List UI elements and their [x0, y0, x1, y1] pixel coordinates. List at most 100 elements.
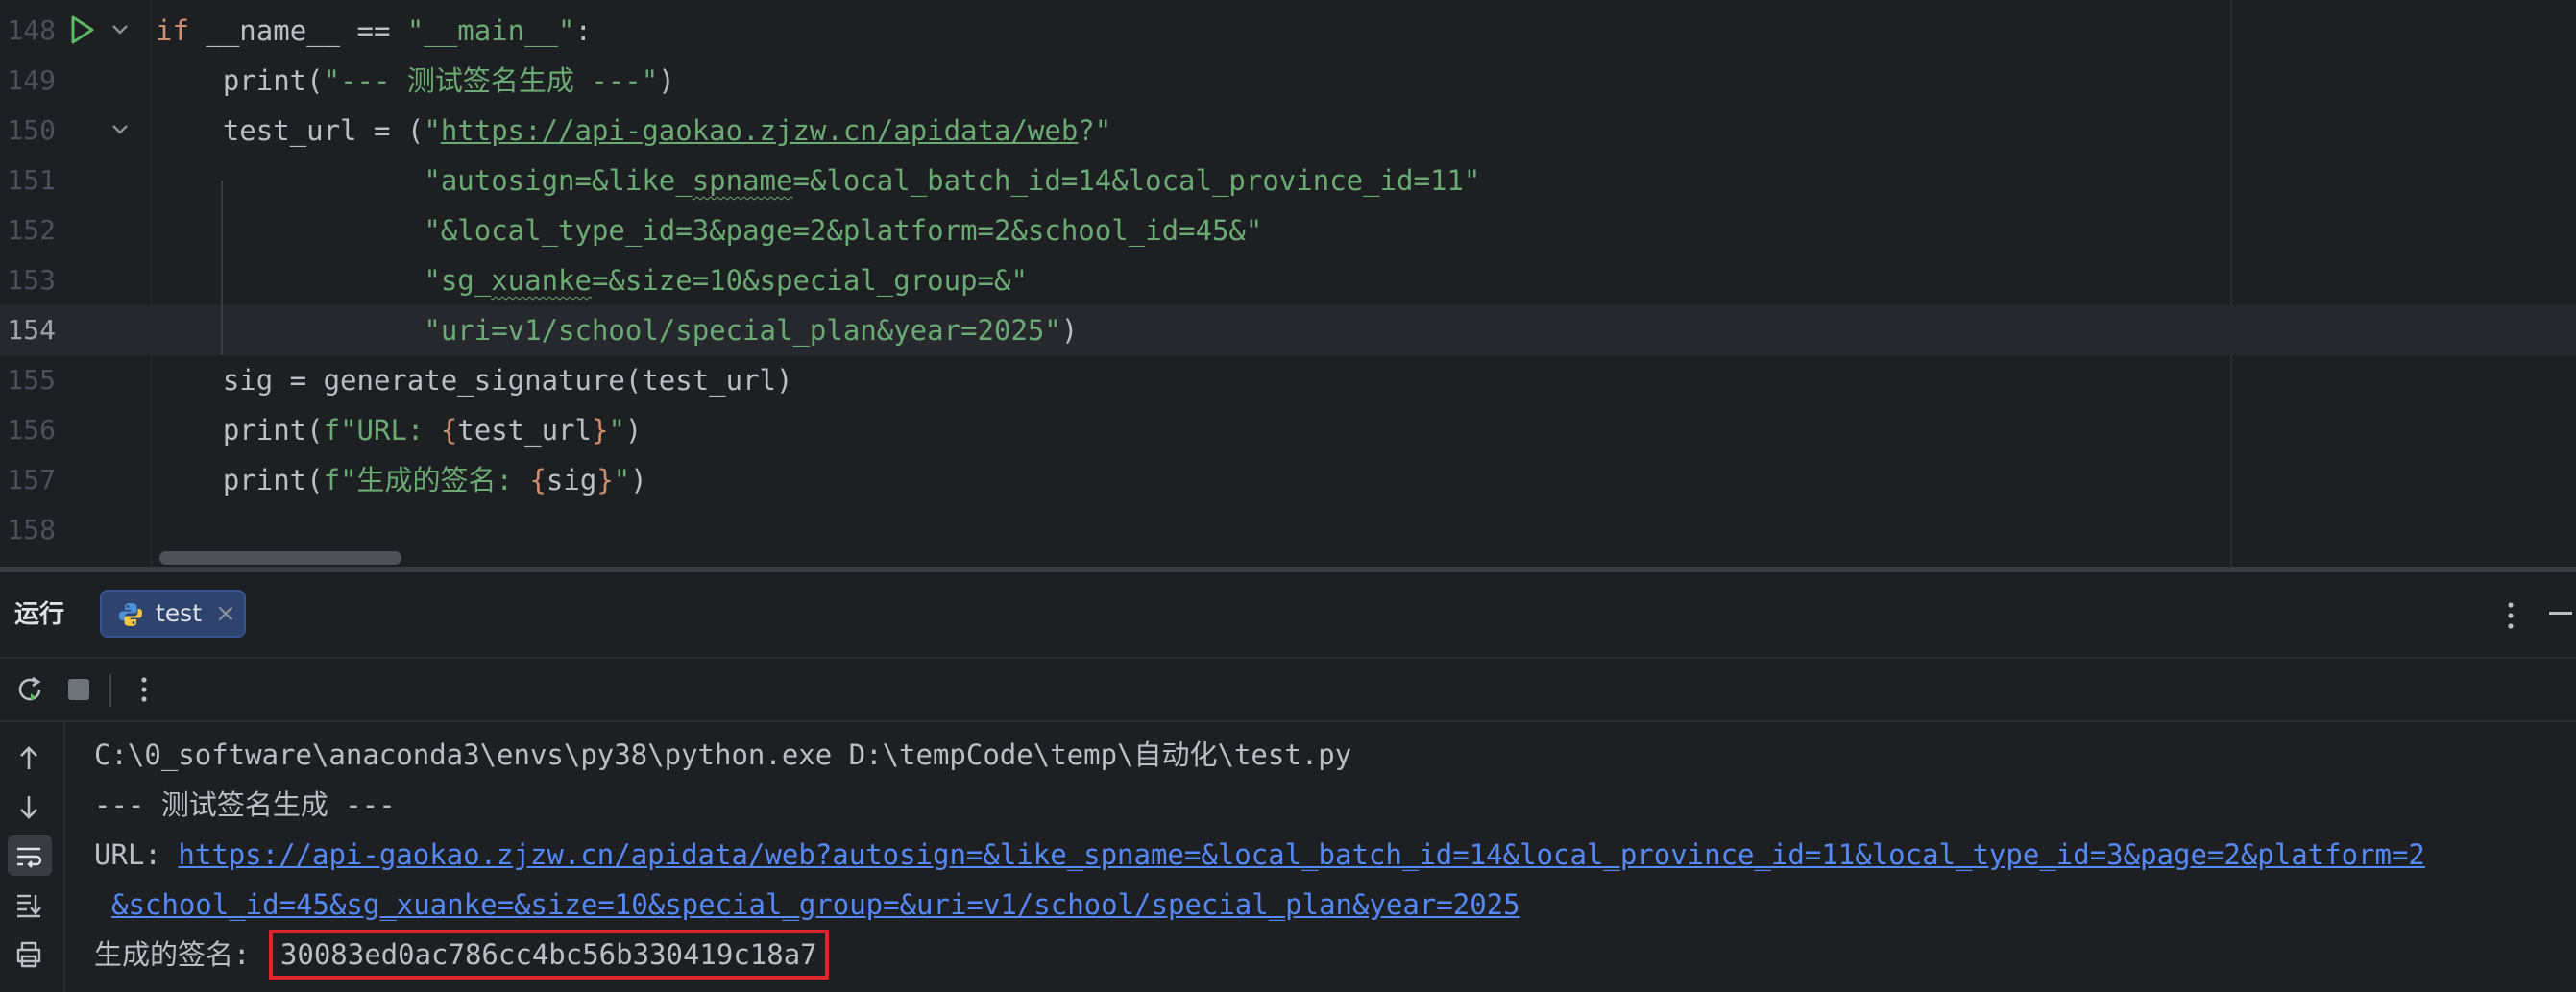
line-number: 150 — [7, 114, 56, 146]
url-link[interactable]: https://api-gaokao.zjzw.cn/apidata/web?a… — [178, 838, 2425, 871]
python-icon — [119, 603, 142, 626]
more-options-icon[interactable] — [2497, 599, 2524, 632]
code-token: sig — [546, 464, 597, 496]
code-line[interactable]: 152 "&local_type_id=3&page=2&platform=2&… — [0, 206, 2576, 255]
code-token: : — [574, 14, 592, 47]
code-text: if __name__ == "__main__": — [156, 6, 592, 56]
more-actions-icon[interactable] — [129, 674, 159, 705]
console-command-line: C:\0_software\anaconda3\envs\py38\python… — [94, 738, 1352, 771]
line-number: 153 — [7, 264, 56, 296]
run-tool-window-header: 运行 test × — [0, 572, 2576, 659]
run-window-title: 运行 — [14, 600, 65, 629]
indent-guide — [221, 181, 223, 355]
line-number: 155 — [7, 364, 56, 396]
code-token: ) — [1060, 314, 1079, 347]
code-token: =&local_batch_id=14&local_province_id=11… — [792, 164, 1481, 197]
console-url-line: URL: https://api-gaokao.zjzw.cn/apidata/… — [94, 830, 2425, 880]
code-token: https://api-gaokao.zjzw.cn/apidata/web — [440, 114, 1079, 147]
code-line[interactable]: 154 "uri=v1/school/special_plan&year=202… — [0, 305, 2576, 355]
line-number: 157 — [7, 464, 56, 496]
toolbar-separator — [109, 674, 111, 707]
code-token: } — [591, 414, 609, 447]
soft-wrap-icon[interactable] — [13, 841, 44, 872]
scroll-to-end-icon[interactable] — [13, 889, 44, 920]
code-text: print("--- 测试签名生成 ---") — [156, 56, 675, 106]
code-token: "autosign=&like_ — [424, 164, 693, 197]
code-token: test_url — [457, 414, 592, 447]
code-token: print( — [156, 64, 324, 97]
code-editor[interactable]: 148 if __name__ == "__main__": 149 print("… — [0, 0, 2576, 567]
code-text: test_url = ("https://api-gaokao.zjzw.cn/… — [156, 106, 1111, 156]
scroll-up-icon[interactable] — [13, 743, 44, 774]
url-label: URL: — [94, 838, 179, 871]
code-text: print(f"生成的签名: {sig}") — [156, 455, 647, 505]
code-token: " — [608, 414, 625, 447]
line-number: 151 — [7, 164, 56, 196]
code-token: ) — [630, 464, 647, 496]
code-text: sig = generate_signature(test_url) — [156, 355, 793, 405]
code-line[interactable]: 158 — [0, 505, 2576, 555]
signature-label: 生成的签名: — [94, 938, 267, 971]
code-token: ?" — [1078, 114, 1112, 147]
signature-value-highlight: 30083ed0ac786cc4bc56b330419c18a7 — [268, 930, 829, 980]
code-line[interactable]: 155 sig = generate_signature(test_url) — [0, 355, 2576, 405]
code-line[interactable]: 151 "autosign=&like_spname=&local_batch_… — [0, 156, 2576, 206]
run-tab-label: test — [156, 599, 203, 627]
code-line[interactable]: 156 print(f"URL: {test_url}") — [0, 405, 2576, 455]
close-tab-icon[interactable]: × — [215, 592, 236, 636]
code-line[interactable]: 157 print(f"生成的签名: {sig}") — [0, 455, 2576, 505]
minimize-icon[interactable] — [2547, 611, 2574, 617]
line-number: 149 — [7, 64, 56, 96]
line-number: 148 — [7, 14, 56, 46]
code-token: ) — [658, 64, 675, 97]
console-url-continuation: &school_id=45&sg_xuanke=&size=10&special… — [111, 880, 1520, 930]
run-main-icon[interactable] — [65, 13, 98, 46]
code-text: "&local_type_id=3&page=2&platform=2&scho… — [156, 206, 1262, 255]
code-token: sig = generate_signature(test_url) — [156, 364, 793, 397]
code-token: ) — [624, 414, 643, 447]
console-header-line: --- 测试签名生成 --- — [94, 788, 396, 821]
code-token: "&local_type_id=3&page=2&platform=2&scho… — [424, 214, 1263, 247]
console-output[interactable]: C:\0_software\anaconda3\envs\py38\python… — [65, 722, 2576, 992]
fold-chevron-down-icon[interactable] — [108, 17, 133, 42]
run-toolbar — [0, 659, 2576, 722]
code-line[interactable]: 148 if __name__ == "__main__": — [0, 6, 2576, 56]
line-number: 152 — [7, 214, 56, 246]
line-number: 156 — [7, 414, 56, 446]
code-token: "sg_ — [424, 264, 492, 297]
run-tab-test[interactable]: test × — [100, 590, 246, 638]
code-token: if — [156, 14, 207, 47]
code-token: f"URL: — [323, 414, 441, 447]
code-token: print( — [156, 464, 324, 496]
code-token: spname — [692, 164, 793, 197]
code-token: } — [596, 464, 614, 496]
code-text: "uri=v1/school/special_plan&year=2025") — [156, 305, 1078, 355]
code-token: " — [424, 114, 441, 147]
print-icon[interactable] — [13, 939, 44, 970]
fold-chevron-down-icon[interactable] — [108, 117, 133, 142]
stop-icon[interactable] — [63, 674, 94, 705]
code-line[interactable]: 153 "sg_xuanke=&size=10&special_group=&" — [0, 255, 2576, 305]
code-token: print( — [156, 414, 324, 447]
code-text: "sg_xuanke=&size=10&special_group=&" — [156, 255, 1028, 305]
code-token: { — [440, 414, 458, 447]
code-line[interactable]: 149 print("--- 测试签名生成 ---") — [0, 56, 2576, 106]
line-number: 154 — [7, 314, 56, 346]
console-side-toolbar — [0, 722, 65, 992]
code-token: test_url = ( — [156, 114, 425, 147]
rerun-icon[interactable] — [15, 674, 46, 705]
horizontal-scrollbar[interactable] — [159, 551, 401, 565]
code-token: " — [613, 464, 631, 496]
scroll-down-icon[interactable] — [13, 791, 44, 822]
code-line[interactable]: 150 test_url = ("https://api-gaokao.zjzw… — [0, 106, 2576, 156]
code-token: "uri=v1/school/special_plan&year=2025" — [424, 314, 1061, 347]
url-link-continuation[interactable]: &school_id=45&sg_xuanke=&size=10&special… — [111, 888, 1520, 921]
code-token: f"生成的签名: — [323, 464, 530, 496]
code-text: print(f"URL: {test_url}") — [156, 405, 643, 455]
code-token: =&size=10&special_group=&" — [591, 264, 1028, 297]
code-token: { — [529, 464, 547, 496]
